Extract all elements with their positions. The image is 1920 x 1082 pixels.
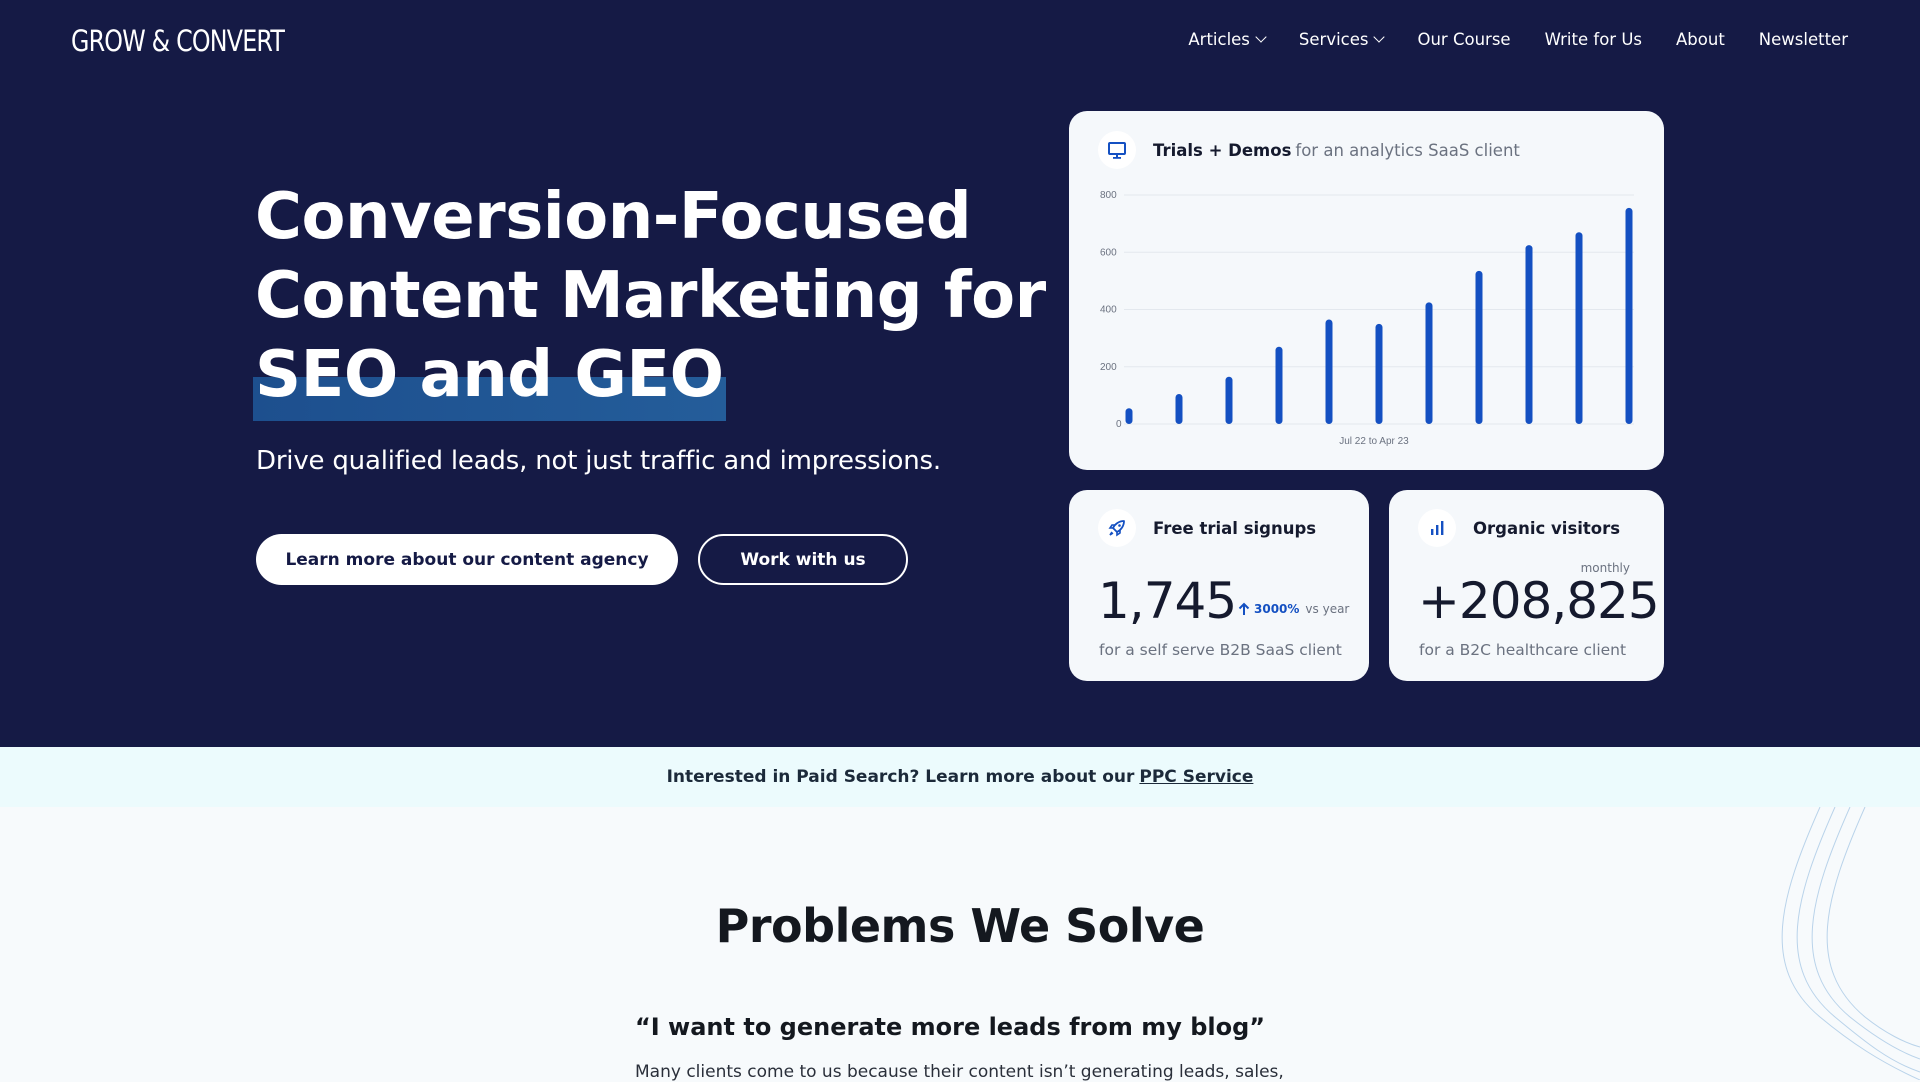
nav-label: Newsletter bbox=[1758, 30, 1848, 49]
nav-label: Our Course bbox=[1417, 30, 1511, 49]
nav-label: Services bbox=[1298, 30, 1369, 49]
chart-bar bbox=[1625, 207, 1633, 424]
chart-bar bbox=[1575, 232, 1583, 424]
bar-chart-icon bbox=[1418, 509, 1456, 547]
problems-title: Problems We Solve bbox=[715, 899, 1205, 953]
chart-bar bbox=[1225, 376, 1233, 424]
headline-line: Conversion-Focused bbox=[255, 180, 972, 254]
learn-more-button[interactable]: Learn more about our content agency bbox=[256, 534, 678, 585]
nav-item-our-course[interactable]: Our Course bbox=[1417, 30, 1510, 49]
problem-quote: “I want to generate more leads from my b… bbox=[635, 1013, 1266, 1041]
chart-card: Trials + Demos for an analytics SaaS clie… bbox=[1069, 111, 1664, 470]
y-tick-label: 0 bbox=[1116, 419, 1122, 430]
y-tick-label: 800 bbox=[1100, 190, 1117, 201]
x-axis-label: Jul 22 to Apr 23 bbox=[1339, 436, 1409, 447]
chart-bar bbox=[1425, 302, 1433, 424]
y-tick-label: 400 bbox=[1100, 305, 1117, 316]
hero-subheadline: Drive qualified leads, not just traffic … bbox=[256, 446, 941, 476]
chart-bar bbox=[1125, 408, 1133, 424]
chevron-down-icon bbox=[1255, 31, 1267, 43]
growth-indicator: 3000% vs year bbox=[1238, 602, 1349, 616]
nav-item-about[interactable]: About bbox=[1676, 30, 1725, 49]
headline-line: Content Marketing for bbox=[255, 259, 1046, 333]
nav-item-newsletter[interactable]: Newsletter bbox=[1759, 30, 1848, 49]
free-trial-title: Free trial signups bbox=[1153, 519, 1317, 538]
growth-percent: 3000% bbox=[1254, 602, 1300, 616]
arrow-up-icon bbox=[1238, 602, 1250, 615]
ppc-banner-text: Interested in Paid Search? Learn more ab… bbox=[666, 767, 1135, 787]
organic-visitors-card: Organic visitors monthly +208,825 for a … bbox=[1389, 490, 1664, 681]
rocket-icon bbox=[1098, 509, 1136, 547]
chart-bar bbox=[1475, 270, 1483, 424]
trials-demos-chart: 0 200 400 600 800 Jul 22 to Apr 23 bbox=[1100, 190, 1634, 447]
chevron-down-icon bbox=[1373, 31, 1386, 43]
organic-visitors-title: Organic visitors bbox=[1473, 519, 1621, 538]
headline-highlight: SEO and GEO bbox=[253, 336, 725, 421]
y-tick-label: 600 bbox=[1100, 247, 1117, 258]
chart-bar bbox=[1325, 319, 1333, 424]
nav-label: About bbox=[1676, 30, 1725, 49]
nav-item-articles[interactable]: Articles bbox=[1188, 30, 1267, 49]
work-with-us-button[interactable]: Work with us bbox=[698, 534, 908, 585]
chart-bar bbox=[1375, 323, 1383, 424]
nav-label: Articles bbox=[1188, 30, 1250, 49]
chart-bar bbox=[1175, 393, 1183, 424]
nav-label: Write for Us bbox=[1544, 30, 1642, 49]
free-trial-card: Free trial signups 1,745 3000% vs year f… bbox=[1069, 490, 1369, 681]
chart-bar bbox=[1525, 245, 1533, 424]
hero-section: GROW & CONVERT Articles Services Our Cou… bbox=[0, 0, 1920, 747]
growth-suffix: vs year bbox=[1305, 602, 1350, 616]
main-nav: Articles Services Our Course Write for U… bbox=[1154, 30, 1848, 49]
free-trial-value: 1,745 bbox=[1098, 572, 1237, 630]
y-tick-label: 200 bbox=[1100, 362, 1117, 373]
free-trial-caption: for a self serve B2B SaaS client bbox=[1099, 641, 1342, 659]
ppc-service-link[interactable]: PPC Service bbox=[1139, 767, 1253, 787]
problem-description: Many clients come to us because their co… bbox=[635, 1062, 1284, 1082]
nav-item-services[interactable]: Services bbox=[1298, 30, 1386, 49]
hero-headline: Conversion-Focused Content Marketing for… bbox=[253, 178, 1046, 421]
logo[interactable]: GROW & CONVERT bbox=[71, 24, 285, 58]
organic-visitors-value: +208,825 bbox=[1418, 572, 1660, 630]
chart-bar bbox=[1275, 346, 1283, 424]
ppc-banner: Interested in Paid Search? Learn more ab… bbox=[0, 747, 1920, 807]
nav-item-write-for-us[interactable]: Write for Us bbox=[1545, 30, 1642, 49]
organic-visitors-caption: for a B2C healthcare client bbox=[1419, 641, 1627, 659]
